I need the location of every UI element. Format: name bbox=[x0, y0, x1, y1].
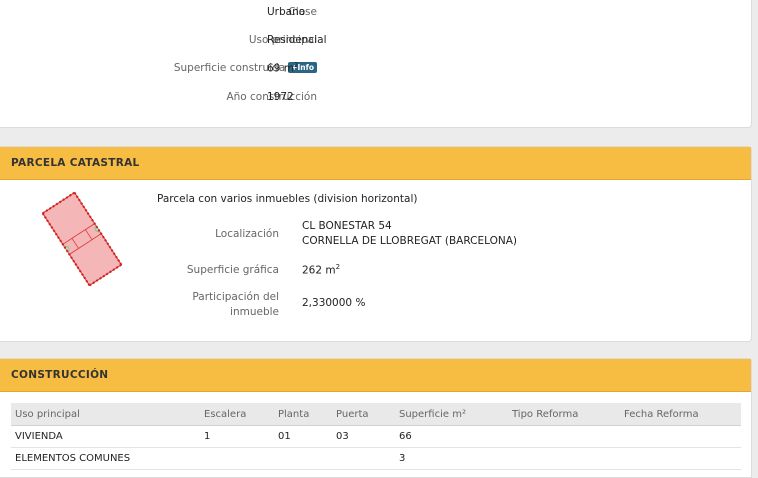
table-cell bbox=[508, 447, 620, 470]
table-cell: 01 bbox=[274, 425, 332, 448]
construccion-table: Uso principal Escalera Planta Puerta Sup… bbox=[11, 403, 741, 470]
table-cell: ELEMENTOS COMUNES bbox=[11, 447, 200, 470]
parcela-card: PARCELA CATASTRAL Parcela con varios inm… bbox=[0, 146, 752, 342]
table-cell bbox=[332, 447, 395, 470]
superficie-grafica-number: 262 m bbox=[302, 264, 336, 277]
localizacion-line1: CL BONESTAR 54 bbox=[302, 220, 392, 232]
col-uso-principal: Uso principal bbox=[11, 403, 200, 426]
table-cell bbox=[620, 447, 741, 470]
uso-value: Residencial bbox=[267, 34, 327, 46]
col-escalera: Escalera bbox=[200, 403, 274, 426]
participacion-value: 2,330000 % bbox=[302, 297, 366, 309]
col-fecha-reforma: Fecha Reforma bbox=[620, 403, 741, 426]
localizacion-label: Localización bbox=[215, 228, 279, 240]
construccion-card: CONSTRUCCIÓN Uso principal Escalera Plan… bbox=[0, 358, 752, 478]
table-row: ELEMENTOS COMUNES 3 bbox=[11, 447, 741, 470]
inmueble-card: Clase Urbano Uso principal Residencial S… bbox=[0, 0, 752, 128]
col-superficie: Superficie m² bbox=[395, 403, 508, 426]
table-cell: VIVIENDA bbox=[11, 425, 200, 448]
superficie-grafica-value: 262 m2 bbox=[302, 263, 340, 277]
table-cell bbox=[620, 425, 741, 448]
localizacion-line2: CORNELLA DE LLOBREGAT (BARCELONA) bbox=[302, 235, 517, 247]
table-cell: 1 bbox=[200, 425, 274, 448]
construccion-header: CONSTRUCCIÓN bbox=[0, 359, 751, 392]
table-header-row: Uso principal Escalera Planta Puerta Sup… bbox=[11, 403, 741, 426]
participacion-label-line1: Participación del bbox=[192, 291, 279, 303]
parcela-header: PARCELA CATASTRAL bbox=[0, 147, 751, 180]
superficie-exp: 2 bbox=[293, 61, 299, 69]
superficie-grafica-label: Superficie gráfica bbox=[186, 264, 279, 276]
table-cell bbox=[274, 447, 332, 470]
superficie-grafica-exp: 2 bbox=[335, 263, 341, 271]
parcel-map-image[interactable] bbox=[36, 189, 128, 289]
table-cell: 66 bbox=[395, 425, 508, 448]
table-cell: 3 bbox=[395, 447, 508, 470]
col-puerta: Puerta bbox=[332, 403, 395, 426]
superficie-value: 69 m2 bbox=[267, 61, 298, 75]
clase-value: Urbano bbox=[267, 6, 306, 18]
table-row: VIVIENDA 1 01 03 66 bbox=[11, 425, 741, 448]
col-planta: Planta bbox=[274, 403, 332, 426]
col-tipo-reforma: Tipo Reforma bbox=[508, 403, 620, 426]
superficie-number: 69 m bbox=[267, 62, 294, 75]
parcela-description: Parcela con varios inmuebles (division h… bbox=[157, 193, 418, 205]
anio-value: 1972 bbox=[267, 91, 294, 103]
table-cell bbox=[508, 425, 620, 448]
participacion-label-line2: inmueble bbox=[230, 306, 279, 318]
table-cell bbox=[200, 447, 274, 470]
table-cell: 03 bbox=[332, 425, 395, 448]
